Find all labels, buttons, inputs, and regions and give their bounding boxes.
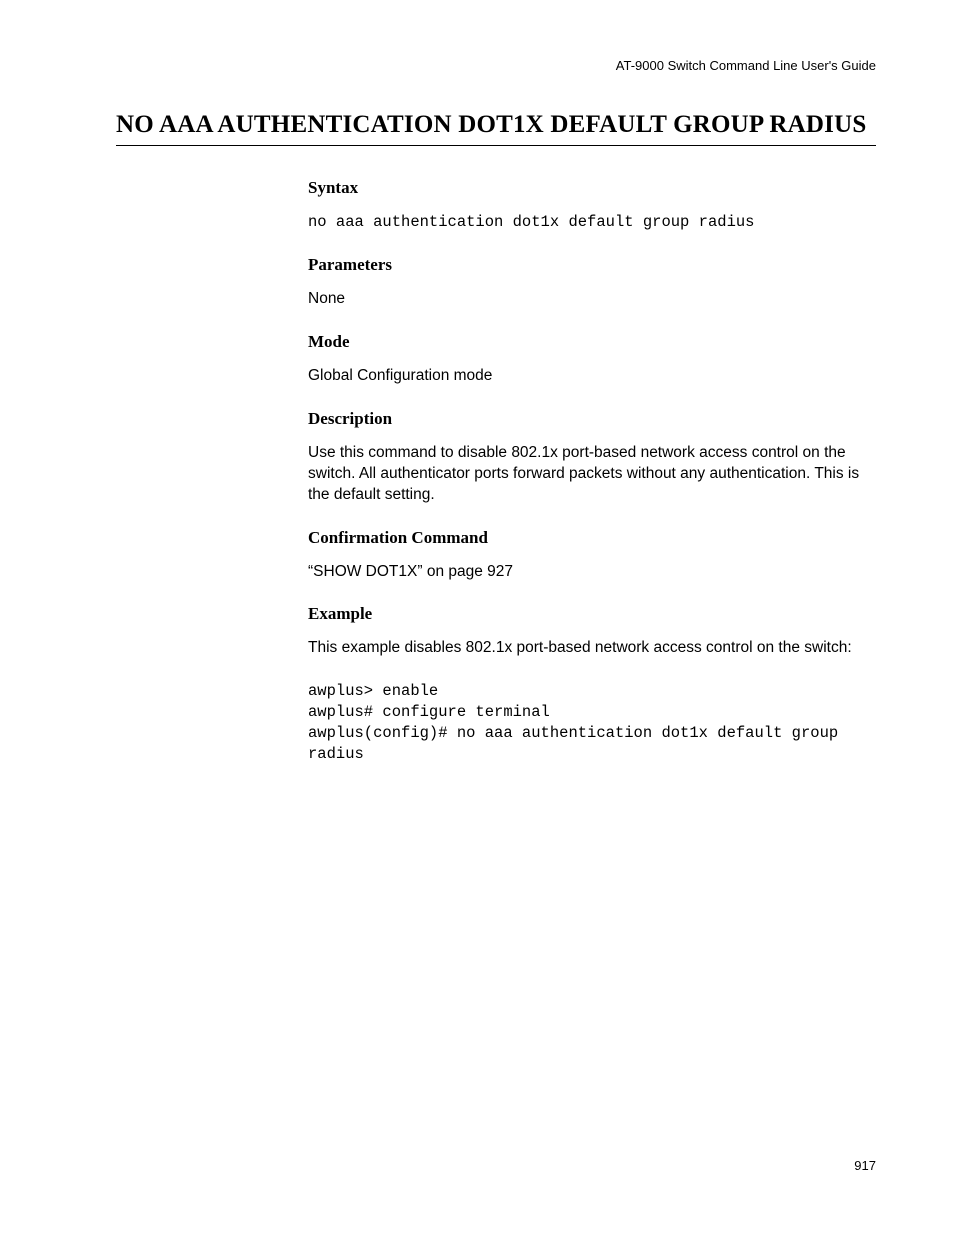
command-title: NO AAA AUTHENTICATION DOT1X DEFAULT GROU…	[116, 111, 876, 146]
parameters-text: None	[308, 289, 876, 310]
confirmation-heading: Confirmation Command	[308, 528, 876, 548]
syntax-heading: Syntax	[308, 178, 876, 198]
document-page: AT-9000 Switch Command Line User's Guide…	[0, 0, 954, 1235]
syntax-code: no aaa authentication dot1x default grou…	[308, 212, 876, 233]
description-heading: Description	[308, 409, 876, 429]
parameters-heading: Parameters	[308, 255, 876, 275]
example-code: awplus> enable awplus# configure termina…	[308, 681, 876, 765]
content-area: Syntax no aaa authentication dot1x defau…	[308, 178, 876, 787]
example-text: This example disables 802.1x port-based …	[308, 638, 876, 659]
page-number: 917	[854, 1158, 876, 1173]
confirmation-text: “SHOW DOT1X” on page 927	[308, 562, 876, 583]
example-heading: Example	[308, 604, 876, 624]
mode-heading: Mode	[308, 332, 876, 352]
running-header: AT-9000 Switch Command Line User's Guide	[616, 58, 876, 73]
mode-text: Global Configuration mode	[308, 366, 876, 387]
description-text: Use this command to disable 802.1x port-…	[308, 443, 876, 506]
